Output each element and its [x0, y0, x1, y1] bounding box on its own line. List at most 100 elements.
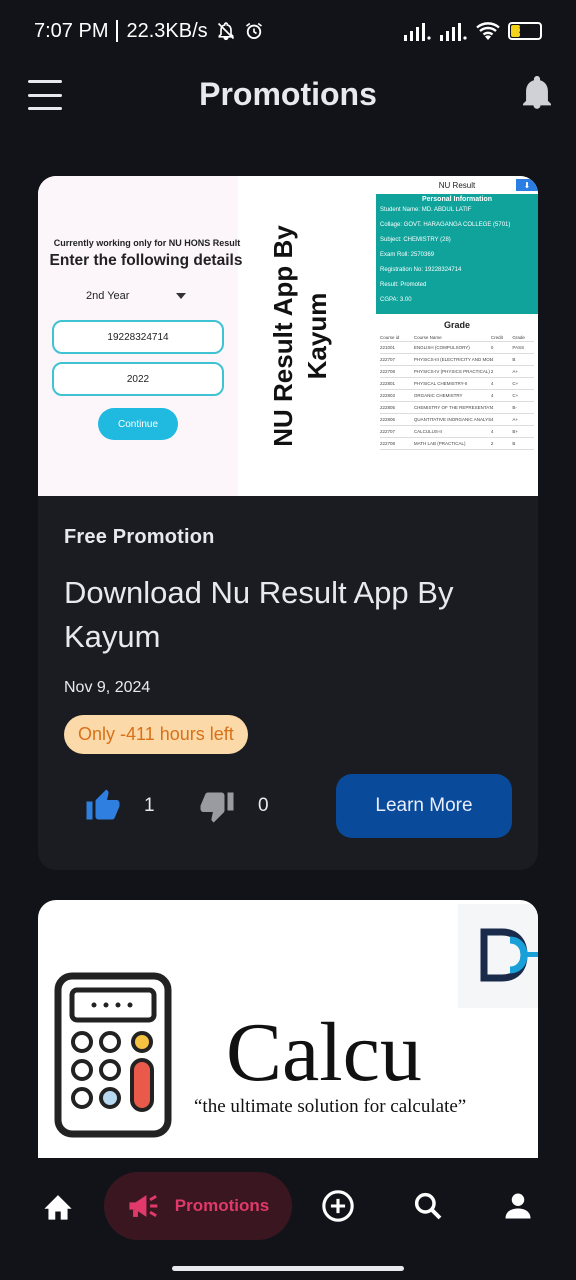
banner-grade-header-row: Course id Course Name Credit Grade [380, 334, 534, 342]
dropdown-arrow-icon [176, 293, 186, 299]
battery-level: 31 [518, 25, 532, 37]
banner-year-value: 2022 [126, 373, 150, 385]
banner-grade-cell: ORGANIC CHEMISTRY [413, 393, 463, 398]
banner-grade-cell: 222707 [380, 429, 396, 434]
banner-grade-cell: B [512, 357, 516, 362]
learn-more-button[interactable]: Learn More [336, 774, 512, 838]
banner-grade-row: 221001 ENGLISH (COMPULSORY) 0 PASS [380, 342, 534, 354]
banner-grade-cell: PHYSICAL CHEMISTRY-II [413, 381, 468, 386]
banner-grade-cell: PHYSICS-IV (PHYSICS PRACTICAL) [413, 369, 490, 374]
bottom-navigation: Promotions [0, 1158, 576, 1280]
banner-grade-cell: 4 [490, 405, 494, 410]
banner-info-row: Student Name: MD. ABDUL LATIF [380, 207, 472, 213]
signal-icon-1 [404, 23, 431, 41]
banner-working-note: Currently working only for NU HONS Resul… [53, 238, 241, 248]
banner-grade-cell: CALCULUS-II [413, 429, 442, 434]
time-left-badge: Only -411 hours left [64, 715, 248, 754]
banner-info-row: Registration No: 19228324714 [380, 267, 462, 273]
banner-vertical-title: NU Result App By Kayum [266, 216, 346, 456]
app-bar: Promotions [0, 62, 576, 126]
banner-grade-cell: Credit [490, 335, 503, 340]
megaphone-icon [129, 1195, 158, 1217]
person-icon [505, 1193, 531, 1219]
banner-brand-word: Calcu [226, 1006, 422, 1099]
banner-grade-cell: PHYSICS-III (ELECTRICITY AND MODERN PHYS… [413, 357, 491, 362]
thumbs-down-icon [200, 792, 234, 823]
banner-vertical-title-line1: NU Result App By [268, 225, 298, 447]
notifications-off-icon [217, 22, 234, 41]
banner-grade-row: 222708 MATH LAB (PRACTICAL) 2 B [380, 438, 534, 450]
promotion-card-body: Free Promotion Download Nu Result App By… [38, 496, 538, 754]
banner-grade-row: 222801 PHYSICAL CHEMISTRY-II 4 C+ [380, 378, 534, 390]
banner-grade-cell: 2 [490, 441, 494, 446]
nav-search[interactable] [400, 1172, 456, 1240]
notification-bell-icon[interactable] [522, 76, 552, 110]
status-time: 7:07 PM [34, 19, 109, 42]
banner-grade-cell: A+ [512, 369, 519, 374]
status-bar: 7:07 PM 22.3KB/s 31 [0, 0, 576, 62]
banner-result-panel: NU Result ⬇ Personal Information Student… [376, 176, 538, 496]
signal-icon-2 [440, 23, 467, 41]
banner-registration-value: 19228324714 [107, 331, 169, 343]
calculator-icon [54, 972, 172, 1138]
banner-grade-cell: C+ [512, 381, 519, 386]
nav-home[interactable] [30, 1172, 86, 1240]
banner-grade-cell: 4 [490, 381, 494, 386]
thumbs-up-icon [86, 789, 120, 820]
dislike-count: 0 [258, 795, 269, 816]
banner-grade-cell: 222708 [380, 441, 396, 446]
promotion-type: Free Promotion [64, 526, 215, 548]
dislike-button[interactable]: 0 [198, 788, 269, 824]
banner-grade-cell: 4 [490, 429, 494, 434]
banner-grade-row: 222806 QUANTITATIVE INORGANIC ANALYSIS (P… [380, 414, 534, 426]
banner-grade-cell: C+ [512, 393, 519, 398]
like-button[interactable]: 1 [84, 788, 155, 824]
banner-grade-cell: ENGLISH (COMPULSORY) [413, 345, 470, 350]
promotion-card: Currently working only for NU HONS Resul… [38, 176, 538, 870]
banner-info-row: Subject: CHEMISTRY (28) [380, 237, 451, 243]
nav-promotions-label: Promotions [174, 1196, 270, 1215]
like-count: 1 [144, 795, 155, 816]
battery-indicator: 31 [508, 22, 542, 40]
banner-grade-cell: 221001 [380, 345, 396, 350]
banner-continue-button: Continue [98, 408, 178, 440]
nav-promotions[interactable]: Promotions [104, 1172, 292, 1240]
banner-personal-info-title: Personal Information [421, 196, 492, 203]
add-circle-icon [322, 1190, 354, 1222]
banner-heading: Enter the following details [49, 252, 243, 269]
promotion-actions: 1 0 Learn More [38, 774, 538, 838]
wifi-icon [476, 22, 500, 40]
banner-grade-row: 222708 PHYSICS-IV (PHYSICS PRACTICAL) 2 A+ [380, 366, 534, 378]
banner-grade-cell: 222803 [380, 393, 396, 398]
banner-grade-cell: CHEMISTRY OF THE REPRESENTATIVE ELEMENTS [413, 405, 491, 410]
banner-year-select-value: 2nd Year [86, 290, 130, 302]
nav-add[interactable] [310, 1172, 366, 1240]
banner-result-header-text: NU Result [438, 180, 476, 190]
promotions-feed[interactable]: Currently working only for NU HONS Resul… [0, 126, 576, 1158]
banner-vertical-title-line2: Kayum [302, 292, 332, 380]
banner-year-select: 2nd Year [86, 286, 186, 306]
banner-tagline: “the ultimate solution for calculate” [194, 1096, 467, 1117]
banner-info-row: Collage: GOVT. HARAGANGA COLLEGE (5701) [380, 222, 511, 228]
banner-grade-cell: QUANTITATIVE INORGANIC ANALYSIS (PRACTIC… [413, 417, 491, 422]
banner-grade-cell: 222806 [380, 417, 396, 422]
menu-button[interactable] [28, 80, 62, 110]
banner-grade-row: 222803 ORGANIC CHEMISTRY 4 C+ [380, 390, 534, 402]
banner-grade-cell: 4 [490, 393, 494, 398]
banner-grade-cell: MATH LAB (PRACTICAL) [413, 441, 466, 446]
promotion-date: Nov 9, 2024 [64, 679, 151, 696]
banner-grade-cell: 222708 [380, 369, 396, 374]
banner-result-header: NU Result ⬇ [376, 176, 538, 194]
home-indicator[interactable] [172, 1266, 404, 1271]
banner-grade-cell: Grade [512, 335, 525, 340]
banner-grade-cell: B [512, 441, 516, 446]
nav-profile[interactable] [490, 1172, 546, 1240]
banner-grade-cell: A+ [512, 417, 519, 422]
promotion-card: Calcu “the ultimate solution for calcula… [38, 900, 538, 1158]
banner-grade-cell: Course Name [413, 335, 442, 340]
promotion-banner[interactable]: Calcu “the ultimate solution for calcula… [38, 900, 538, 1158]
banner-year-input: 2022 [52, 362, 224, 396]
banner-info-row: Exam Roll: 2570369 [380, 252, 435, 258]
hamburger-menu-icon-line [28, 107, 62, 110]
promotion-banner[interactable]: Currently working only for NU HONS Resul… [38, 176, 538, 496]
